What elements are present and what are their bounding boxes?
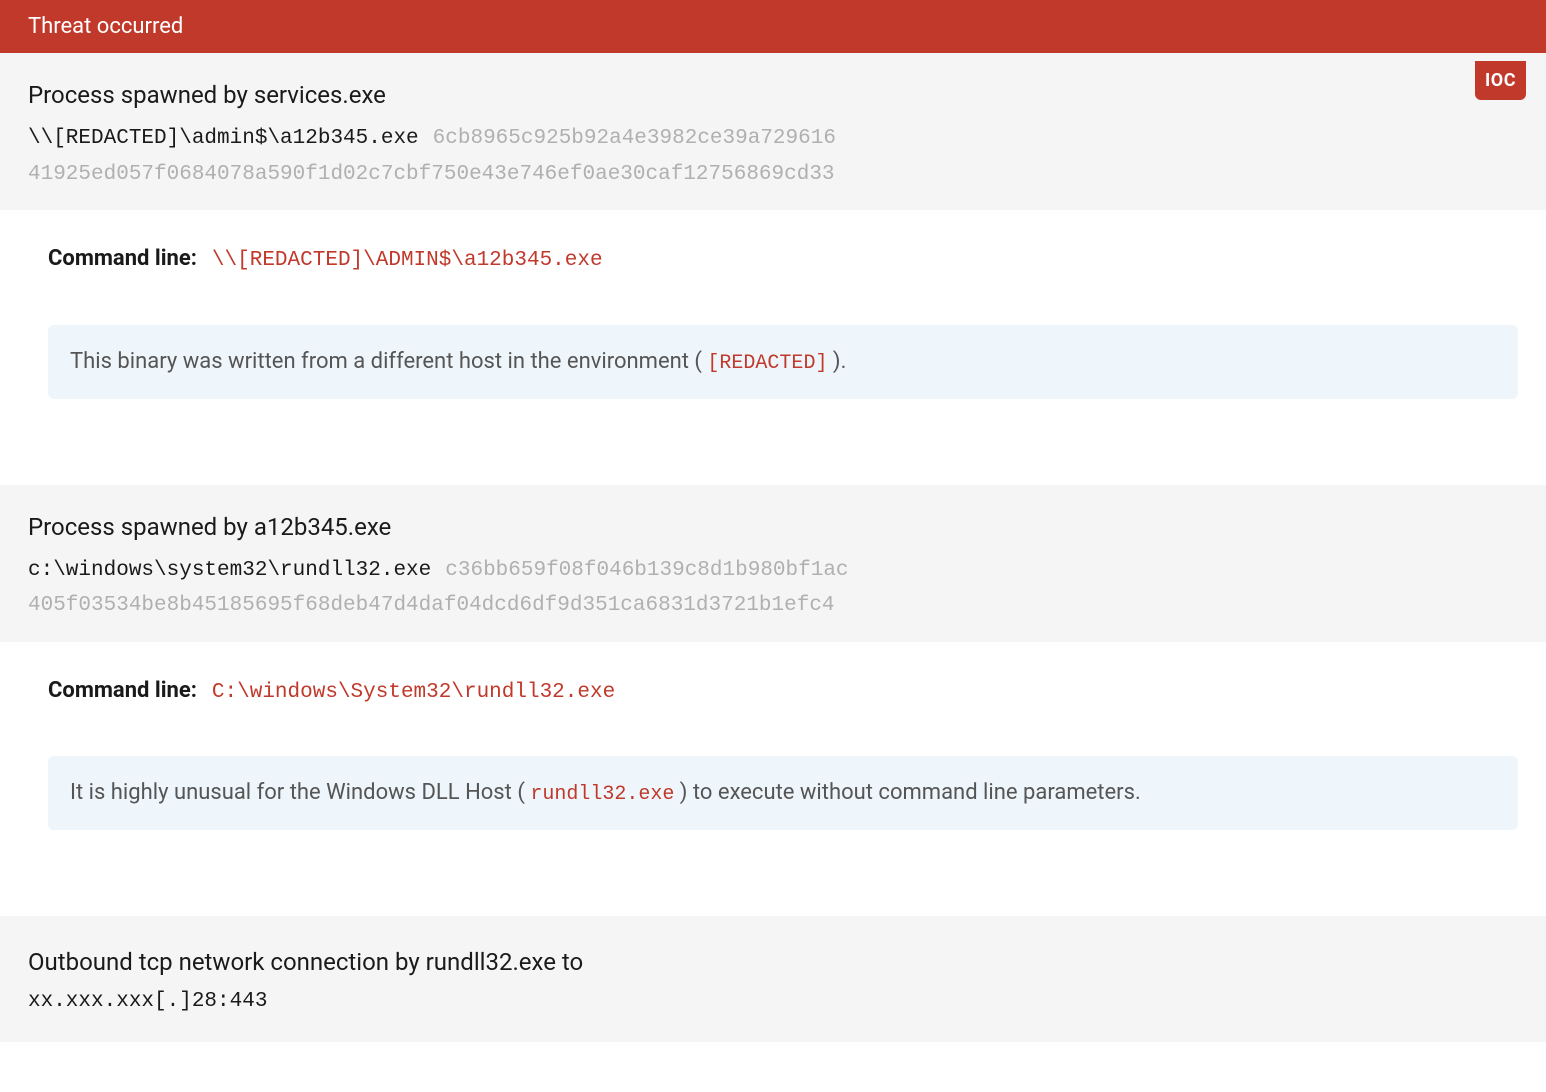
threat-header-title: Threat occurred <box>28 14 183 39</box>
info-text-pre: This binary was written from a different… <box>70 349 707 374</box>
spacer <box>0 431 1546 485</box>
command-line-label-2: Command line: <box>48 678 197 703</box>
network-section: Outbound tcp network connection by rundl… <box>0 916 1546 1042</box>
process-1-cmd-value: \\[REDACTED]\ADMIN$\a12b345.exe <box>212 249 603 272</box>
process-1-cmd-row: Command line: \\[REDACTED]\ADMIN$\a12b34… <box>48 242 1518 277</box>
process-2-hash2: 405f03534be8b45185695f68deb47d4daf04dcd6… <box>28 590 1518 622</box>
info-text-pre-2: It is highly unusual for the Windows DLL… <box>70 780 530 805</box>
process-2-title: Process spawned by a12b345.exe <box>28 509 1518 545</box>
process-2-cmd-row: Command line: C:\windows\System32\rundll… <box>48 674 1518 709</box>
process-section-1-header: IOC Process spawned by services.exe \\[R… <box>0 53 1546 210</box>
process-1-path: \\[REDACTED]\admin$\a12b345.exe <box>28 127 419 150</box>
info-text-post-2: ) to execute without command line parame… <box>674 780 1140 805</box>
info-text-post: ). <box>827 349 846 374</box>
process-1-info-box: This binary was written from a different… <box>48 325 1518 399</box>
process-2-path-line: c:\windows\system32\rundll32.exe c36bb659… <box>28 555 1518 587</box>
info-highlight-2: rundll32.exe <box>530 783 674 806</box>
network-title: Outbound tcp network connection by rundl… <box>28 944 1518 980</box>
process-section-2-header: Process spawned by a12b345.exe c:\window… <box>0 485 1546 642</box>
spacer-2 <box>0 862 1546 916</box>
process-1-title: Process spawned by services.exe <box>28 77 1518 113</box>
process-2-cmd-value: C:\windows\System32\rundll32.exe <box>212 681 615 704</box>
process-2-hash1: c36bb659f08f046b139c8d1b980bf1ac <box>445 559 848 582</box>
process-1-path-line: \\[REDACTED]\admin$\a12b345.exe 6cb8965c9… <box>28 123 1518 155</box>
threat-header: Threat occurred <box>0 0 1546 53</box>
process-1-details: Command line: \\[REDACTED]\ADMIN$\a12b34… <box>0 210 1546 431</box>
ioc-badge: IOC <box>1475 61 1526 100</box>
command-line-label: Command line: <box>48 246 197 271</box>
network-address: xx.xxx.xxx[.]28:443 <box>28 986 1518 1018</box>
process-2-details: Command line: C:\windows\System32\rundll… <box>0 642 1546 863</box>
info-highlight: [REDACTED] <box>707 352 827 375</box>
process-2-info-box: It is highly unusual for the Windows DLL… <box>48 756 1518 830</box>
process-1-hash1: 6cb8965c925b92a4e3982ce39a729616 <box>433 127 836 150</box>
process-2-path: c:\windows\system32\rundll32.exe <box>28 559 431 582</box>
process-1-hash2: 41925ed057f0684078a590f1d02c7cbf750e43e7… <box>28 159 1518 191</box>
